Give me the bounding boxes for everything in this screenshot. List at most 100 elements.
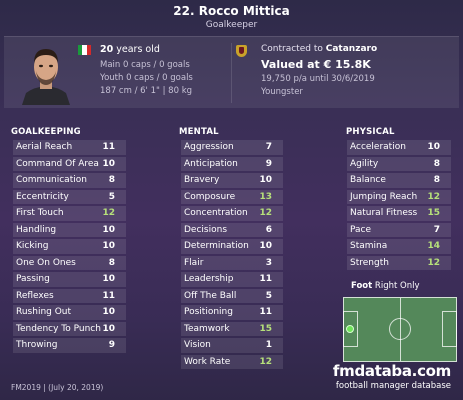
attribute-value: 8 bbox=[433, 158, 440, 169]
attribute-row[interactable]: Decisions 6 bbox=[181, 222, 283, 237]
goalkeeping-attributes: Aerial Reach 11 Command Of Area 10 Communica… bbox=[13, 140, 126, 355]
attribute-label: Leadership bbox=[184, 274, 234, 284]
attribute-label: Handling bbox=[16, 224, 57, 235]
attribute-value: 11 bbox=[259, 307, 272, 317]
attribute-label: Reflexes bbox=[16, 290, 54, 301]
attribute-label: Rushing Out bbox=[16, 307, 72, 317]
mental-title: MENTAL bbox=[179, 127, 219, 137]
attribute-label: Flair bbox=[184, 257, 204, 268]
attribute-row[interactable]: Rushing Out 10 bbox=[13, 305, 126, 320]
attribute-row[interactable]: Natural Fitness 15 bbox=[347, 206, 451, 221]
player-status: Youngster bbox=[261, 87, 303, 97]
attribute-row[interactable]: Communication 8 bbox=[13, 173, 126, 188]
attribute-row[interactable]: Strength 12 bbox=[347, 255, 451, 270]
attribute-value: 5 bbox=[108, 191, 115, 202]
main-caps: Main 0 caps / 0 goals bbox=[100, 60, 190, 70]
player-age: 20 years old bbox=[100, 44, 160, 55]
attribute-row[interactable]: Pace 7 bbox=[347, 222, 451, 237]
player-avatar bbox=[22, 41, 70, 105]
attribute-label: Jumping Reach bbox=[350, 191, 418, 202]
player-header: 22. Rocco Mittica Goalkeeper bbox=[0, 0, 463, 34]
attribute-row[interactable]: Flair 3 bbox=[181, 255, 283, 270]
site-watermark[interactable]: fmdataba.com bbox=[333, 362, 451, 380]
attribute-row[interactable]: Anticipation 9 bbox=[181, 156, 283, 171]
attribute-row[interactable]: Handling 10 bbox=[13, 222, 126, 237]
attribute-row[interactable]: Stamina 14 bbox=[347, 239, 451, 254]
attribute-row[interactable]: Determination 10 bbox=[181, 239, 283, 254]
mental-attributes: Aggression 7 Anticipation 9 Bravery 10 Composu… bbox=[181, 140, 283, 371]
attribute-value: 12 bbox=[259, 356, 272, 367]
position-pitch bbox=[343, 297, 457, 362]
attribute-label: Aggression bbox=[184, 142, 234, 152]
attribute-label: One On Ones bbox=[16, 257, 76, 268]
attribute-label: Concentration bbox=[184, 208, 248, 218]
attribute-row[interactable]: Agility 8 bbox=[347, 156, 451, 171]
attribute-row[interactable]: Throwing 9 bbox=[13, 338, 126, 353]
attribute-value: 12 bbox=[102, 208, 115, 218]
site-tagline: football manager database bbox=[335, 381, 451, 391]
attribute-row[interactable]: Balance 8 bbox=[347, 173, 451, 188]
attribute-row[interactable]: Composure 13 bbox=[181, 189, 283, 204]
attribute-value: 10 bbox=[102, 274, 115, 284]
attribute-row[interactable]: Bravery 10 bbox=[181, 173, 283, 188]
attribute-row[interactable]: Off The Ball 5 bbox=[181, 288, 283, 303]
attribute-row[interactable]: One On Ones 8 bbox=[13, 255, 126, 270]
preferred-foot: Foot Right Only bbox=[351, 281, 419, 291]
attribute-label: Stamina bbox=[350, 241, 388, 251]
age-suffix: years old bbox=[116, 44, 160, 55]
attribute-label: Passing bbox=[16, 274, 50, 284]
youth-caps: Youth 0 caps / 0 goals bbox=[100, 73, 193, 83]
attribute-value: 1 bbox=[265, 340, 272, 350]
attribute-row[interactable]: Aggression 7 bbox=[181, 140, 283, 155]
attribute-label: Communication bbox=[16, 175, 87, 185]
attribute-row[interactable]: Acceleration 10 bbox=[347, 140, 451, 155]
attribute-row[interactable]: Passing 10 bbox=[13, 272, 126, 287]
attribute-value: 14 bbox=[427, 241, 440, 251]
attribute-row[interactable]: Tendency To Punch 10 bbox=[13, 321, 126, 336]
attribute-value: 9 bbox=[265, 158, 272, 169]
attribute-label: Off The Ball bbox=[184, 290, 237, 301]
contract-prefix: Contracted to bbox=[261, 44, 323, 54]
attribute-row[interactable]: Jumping Reach 12 bbox=[347, 189, 451, 204]
attribute-value: 12 bbox=[427, 191, 440, 202]
attribute-label: First Touch bbox=[16, 208, 64, 218]
attribute-row[interactable]: Kicking 10 bbox=[13, 239, 126, 254]
attribute-value: 10 bbox=[427, 142, 440, 152]
attribute-row[interactable]: Concentration 12 bbox=[181, 206, 283, 221]
attribute-label: Determination bbox=[184, 241, 249, 251]
attribute-row[interactable]: Aerial Reach 11 bbox=[13, 140, 126, 155]
attribute-label: Teamwork bbox=[184, 323, 230, 334]
attribute-row[interactable]: Work Rate 12 bbox=[181, 354, 283, 369]
club-name[interactable]: Catanzaro bbox=[326, 44, 377, 54]
attribute-label: Throwing bbox=[16, 340, 58, 350]
goalkeeping-title: GOALKEEPING bbox=[11, 127, 81, 137]
attribute-row[interactable]: Leadership 11 bbox=[181, 272, 283, 287]
attribute-label: Tendency To Punch bbox=[16, 323, 101, 334]
attribute-row[interactable]: Eccentricity 5 bbox=[13, 189, 126, 204]
attribute-value: 5 bbox=[265, 290, 272, 301]
age-value: 20 bbox=[100, 44, 114, 55]
attribute-label: Acceleration bbox=[350, 142, 406, 152]
info-divider bbox=[231, 43, 232, 103]
attribute-row[interactable]: Command Of Area 10 bbox=[13, 156, 126, 171]
attribute-value: 13 bbox=[259, 191, 272, 202]
attribute-value: 9 bbox=[108, 340, 115, 350]
physical-title: PHYSICAL bbox=[346, 127, 395, 137]
attribute-row[interactable]: Positioning 11 bbox=[181, 305, 283, 320]
attribute-value: 10 bbox=[259, 241, 272, 251]
attribute-row[interactable]: Reflexes 11 bbox=[13, 288, 126, 303]
contract-info: Contracted to Catanzaro bbox=[261, 44, 377, 54]
attribute-label: Bravery bbox=[184, 175, 220, 185]
attribute-value: 10 bbox=[102, 307, 115, 317]
attribute-row[interactable]: Teamwork 15 bbox=[181, 321, 283, 336]
attribute-row[interactable]: Vision 1 bbox=[181, 338, 283, 353]
attribute-value: 10 bbox=[102, 241, 115, 251]
attribute-label: Anticipation bbox=[184, 158, 238, 169]
attribute-value: 10 bbox=[102, 158, 115, 169]
foot-label: Foot bbox=[351, 281, 373, 291]
attribute-label: Agility bbox=[350, 158, 379, 169]
attribute-row[interactable]: First Touch 12 bbox=[13, 206, 126, 221]
attribute-value: 7 bbox=[433, 224, 440, 235]
player-name: 22. Rocco Mittica bbox=[173, 4, 290, 18]
attribute-label: Eccentricity bbox=[16, 191, 69, 202]
